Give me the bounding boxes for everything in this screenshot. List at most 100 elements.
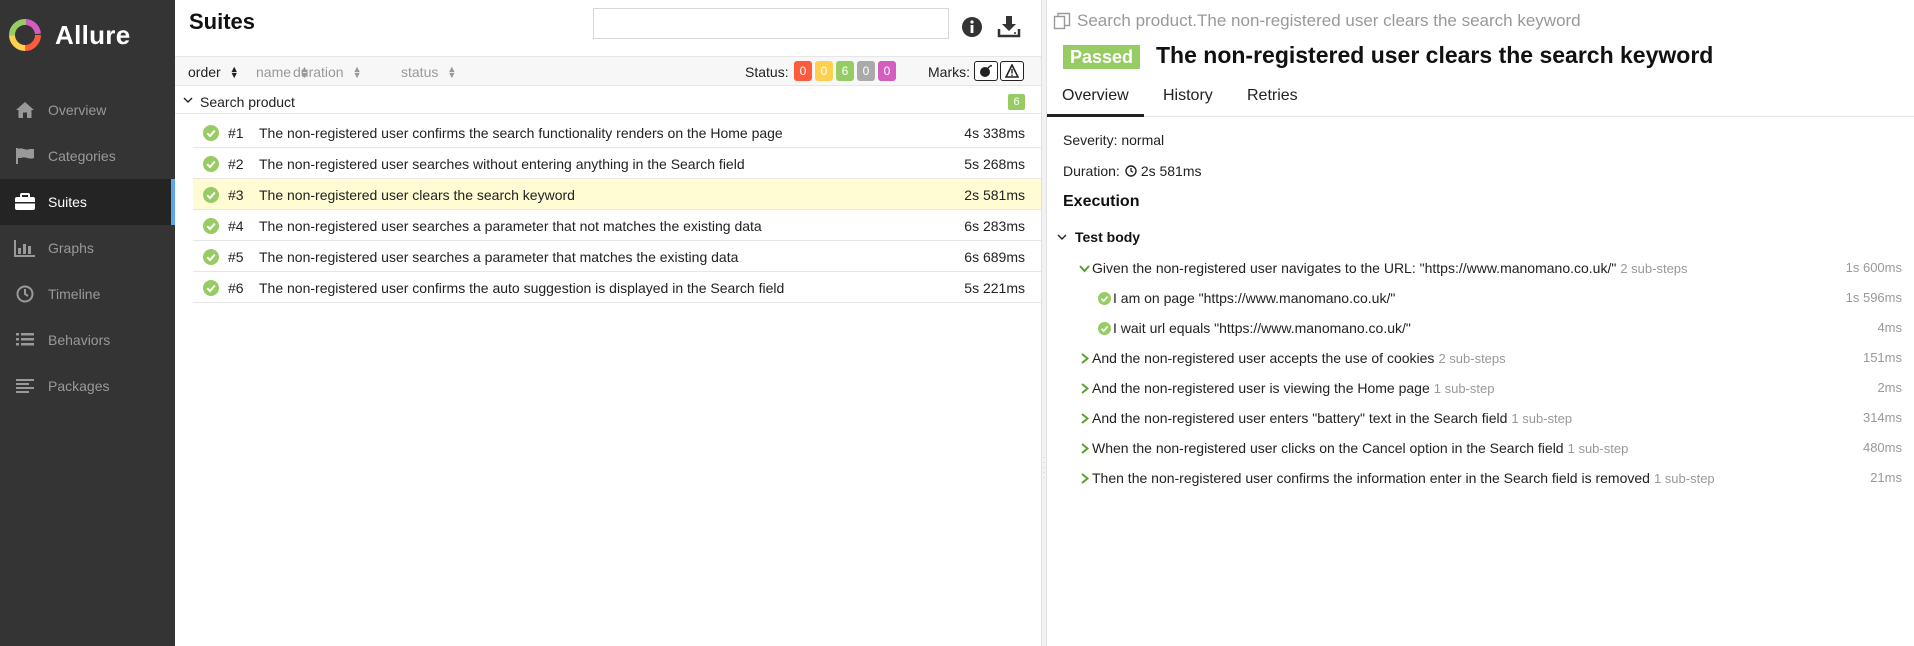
copy-icon[interactable] <box>1053 12 1071 30</box>
sort-toolbar: order ▲ ▼ name ▲ ▼ duration ▲ ▼ status ▲ ▼ S… <box>175 56 1041 86</box>
step-label: When the non-registered user clicks on t… <box>1092 440 1628 456</box>
step-row[interactable]: I wait url equals "https://www.manomano.… <box>1047 317 1902 341</box>
tab-overview[interactable]: Overview <box>1047 87 1144 117</box>
sort-duration-button[interactable]: duration ▲ ▼ <box>293 64 362 80</box>
test-body-toggle[interactable]: Test body <box>1057 229 1140 245</box>
test-row-2[interactable]: #2 The non-registered user searches with… <box>193 148 1041 179</box>
test-path-text: Search product.The non-registered user c… <box>1077 11 1581 30</box>
step-row[interactable]: And the non-registered user is viewing t… <box>1047 377 1902 401</box>
sidebar-item-packages[interactable]: Packages <box>0 363 175 409</box>
check-circle-icon <box>203 280 219 296</box>
step-substeps: 1 sub-step <box>1511 411 1573 426</box>
step-row[interactable]: Given the non-registered user navigates … <box>1047 257 1902 281</box>
step-label: I wait url equals "https://www.manomano.… <box>1113 320 1411 336</box>
step-text: When the non-registered user clicks on t… <box>1092 440 1564 456</box>
mark-flaky-button[interactable] <box>974 61 998 81</box>
step-row[interactable]: And the non-registered user accepts the … <box>1047 347 1902 371</box>
check-circle-icon <box>203 218 219 234</box>
sidebar-item-categories[interactable]: Categories <box>0 133 175 179</box>
test-row-4[interactable]: #4 The non-registered user searches a pa… <box>193 210 1041 241</box>
splitter-grip-icon[interactable]: · · · · · <box>1042 454 1046 485</box>
chevron-right-icon <box>1081 413 1090 424</box>
warning-icon <box>1005 64 1019 78</box>
step-duration: 1s 600ms <box>1845 260 1902 275</box>
step-duration: 2ms <box>1877 380 1902 395</box>
info-icon[interactable] <box>961 16 983 38</box>
brand[interactable]: Allure <box>0 0 175 70</box>
step-substeps: 2 sub-steps <box>1620 261 1688 276</box>
step-duration: 1s 596ms <box>1845 290 1902 305</box>
status-passed-badge[interactable]: 6 <box>836 61 854 81</box>
tab-retries[interactable]: Retries <box>1232 87 1313 117</box>
step-text: Then the non-registered user confirms th… <box>1092 470 1650 486</box>
step-substeps: 1 sub-step <box>1653 471 1715 486</box>
sidebar-item-overview[interactable]: Overview <box>0 87 175 133</box>
sidebar-item-timeline[interactable]: Timeline <box>0 271 175 317</box>
sidebar-item-graphs[interactable]: Graphs <box>0 225 175 271</box>
step-label: I am on page "https://www.manomano.co.uk… <box>1113 290 1395 306</box>
chevron-down-icon <box>1057 234 1067 240</box>
test-row-3[interactable]: #3 The non-registered user clears the se… <box>193 179 1041 210</box>
test-row-1[interactable]: #1 The non-registered user confirms the … <box>193 117 1041 148</box>
step-substeps: 2 sub-steps <box>1438 351 1506 366</box>
test-number: #5 <box>228 249 244 265</box>
sidebar-item-label: Packages <box>48 378 110 394</box>
bar-chart-icon <box>12 237 38 259</box>
step-duration: 480ms <box>1862 440 1902 455</box>
check-circle-icon <box>203 156 219 172</box>
sort-order-button[interactable]: order ▲ ▼ <box>188 64 239 80</box>
sort-label: status <box>401 64 439 80</box>
check-circle-icon <box>203 187 219 203</box>
execution-heading: Execution <box>1063 193 1140 210</box>
step-row[interactable]: When the non-registered user clicks on t… <box>1047 437 1902 461</box>
sidebar-item-behaviors[interactable]: Behaviors <box>0 317 175 363</box>
test-number: #6 <box>228 280 244 296</box>
status-skipped-badge[interactable]: 0 <box>857 61 875 81</box>
status-badge: Passed <box>1063 45 1141 69</box>
test-name: The non-registered user confirms the aut… <box>259 280 785 296</box>
download-icon[interactable] <box>997 14 1021 38</box>
step-text: I wait url equals "https://www.manomano.… <box>1113 320 1411 336</box>
sidebar-item-label: Overview <box>48 102 107 118</box>
test-row-5[interactable]: #5 The non-registered user searches a pa… <box>193 241 1041 272</box>
sort-label: order <box>188 64 221 80</box>
search-input[interactable] <box>593 8 949 39</box>
suite-group-name: Search product <box>200 94 295 110</box>
clock-icon <box>12 283 38 305</box>
step-duration: 4ms <box>1877 320 1902 335</box>
test-title: The non-registered user clears the searc… <box>1156 42 1714 68</box>
tab-history[interactable]: History <box>1148 87 1228 117</box>
test-duration: 4s 338ms <box>964 125 1025 141</box>
check-circle-icon <box>1098 292 1111 305</box>
status-failed-badge[interactable]: 0 <box>794 61 812 81</box>
status-unknown-badge[interactable]: 0 <box>878 61 896 81</box>
bomb-icon <box>980 64 992 77</box>
suite-group-row[interactable]: Search product 6 <box>175 89 1041 114</box>
list-icon <box>12 329 38 351</box>
sidebar-item-label: Categories <box>48 148 116 164</box>
sidebar: Allure Overview Categories Suites Graphs <box>0 0 175 646</box>
chevron-right-icon <box>1081 473 1090 484</box>
briefcase-icon <box>12 191 38 213</box>
test-path: Search product.The non-registered user c… <box>1053 11 1581 31</box>
test-duration: 5s 221ms <box>964 280 1025 296</box>
sort-status-button[interactable]: status ▲ ▼ <box>401 64 456 80</box>
step-row[interactable]: I am on page "https://www.manomano.co.uk… <box>1047 287 1902 311</box>
step-row[interactable]: Then the non-registered user confirms th… <box>1047 467 1902 491</box>
test-row-6[interactable]: #6 The non-registered user confirms the … <box>193 272 1041 303</box>
step-substeps: 1 sub-step <box>1567 441 1629 456</box>
status-broken-badge[interactable]: 0 <box>815 61 833 81</box>
step-label: Then the non-registered user confirms th… <box>1092 470 1715 486</box>
test-number: #4 <box>228 218 244 234</box>
test-number: #3 <box>228 187 244 203</box>
step-row[interactable]: And the non-registered user enters "batt… <box>1047 407 1902 431</box>
sidebar-item-suites[interactable]: Suites <box>0 179 175 225</box>
chevron-down-icon <box>183 94 193 108</box>
step-duration: 21ms <box>1870 470 1902 485</box>
page-title: Suites <box>189 9 256 34</box>
severity-line: Severity: normal <box>1063 132 1164 148</box>
sidebar-item-label: Behaviors <box>48 332 111 348</box>
mark-newfailed-button[interactable] <box>1000 61 1024 81</box>
step-text: And the non-registered user enters "batt… <box>1092 410 1508 426</box>
sidebar-nav: Overview Categories Suites Graphs Timeli… <box>0 87 175 409</box>
